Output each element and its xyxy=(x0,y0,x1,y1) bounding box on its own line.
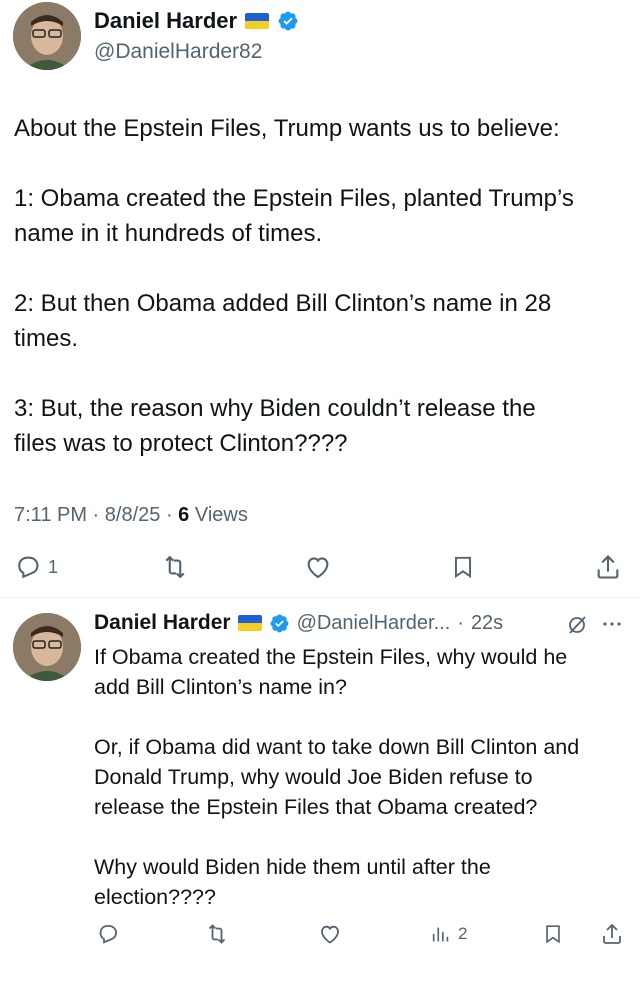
avatar-image xyxy=(13,613,81,681)
reply-reply-button[interactable] xyxy=(96,922,120,946)
reply-author-name[interactable]: Daniel Harder xyxy=(94,611,231,635)
reply-time[interactable]: 22s xyxy=(471,612,503,635)
reply-icon xyxy=(99,925,118,944)
tweet-meta: 7:11 PM · 8/8/25 · 6 Views xyxy=(14,504,248,526)
grok-icon xyxy=(569,616,586,634)
avatar-image xyxy=(13,2,81,70)
reply-author-avatar[interactable] xyxy=(13,613,81,681)
reply-line: Or, if Obama did want to take down Bill … xyxy=(94,735,580,759)
tweet-paragraph: 1: Obama created the Epstein Files, plan… xyxy=(14,185,574,247)
bookmark-icon xyxy=(454,556,472,579)
grok-button[interactable] xyxy=(565,613,589,637)
reply-line: Donald Trump, why would Joe Biden refuse… xyxy=(94,765,533,789)
share-icon xyxy=(603,923,621,944)
share-icon xyxy=(597,555,619,579)
retweet-button[interactable] xyxy=(160,553,190,581)
verified-badge-icon xyxy=(270,614,289,632)
retweet-icon xyxy=(165,555,185,579)
reply-like-button[interactable] xyxy=(318,922,342,946)
reply-line: Why would Biden hide them until after th… xyxy=(94,855,491,879)
reply-line: election???? xyxy=(94,885,216,909)
tweet-date[interactable]: 8/8/25 xyxy=(105,504,161,526)
more-button[interactable] xyxy=(600,612,624,636)
views-label: Views xyxy=(194,504,248,526)
reply-views-button[interactable]: 2 xyxy=(430,922,467,946)
reply-views-count: 2 xyxy=(458,924,468,943)
reply-button[interactable]: 1 xyxy=(14,553,58,581)
bookmark-icon xyxy=(546,925,560,944)
reply-count: 1 xyxy=(48,556,59,577)
reply-author-handle[interactable]: @DanielHarder... xyxy=(297,612,451,635)
tweet-time[interactable]: 7:11 PM xyxy=(14,504,87,526)
reply-icon xyxy=(18,556,39,579)
author-avatar[interactable] xyxy=(13,2,81,70)
reply-bookmark-button[interactable] xyxy=(542,922,564,946)
reply-share-button[interactable] xyxy=(600,922,624,946)
like-button[interactable] xyxy=(304,553,332,581)
reply-retweet-button[interactable] xyxy=(204,922,230,946)
verified-badge-icon xyxy=(278,11,298,31)
tweet-text: About the Epstein Files, Trump wants us … xyxy=(14,111,624,461)
tweet-paragraph: 3: But, the reason why Biden couldn’t re… xyxy=(14,395,536,457)
bookmark-button[interactable] xyxy=(450,553,476,581)
divider xyxy=(0,597,640,598)
ukraine-flag-icon xyxy=(245,13,270,29)
views-icon xyxy=(432,927,449,942)
reply-line: add Bill Clinton’s name in? xyxy=(94,675,347,699)
author-name[interactable]: Daniel Harder xyxy=(94,8,237,34)
reply-line: If Obama created the Epstein Files, why … xyxy=(94,645,568,669)
ukraine-flag-icon xyxy=(237,615,262,631)
reply-text: If Obama created the Epstein Files, why … xyxy=(94,642,629,912)
tweet-paragraph: About the Epstein Files, Trump wants us … xyxy=(14,115,560,142)
author-handle[interactable]: @DanielHarder82 xyxy=(94,40,262,64)
retweet-icon xyxy=(208,924,226,944)
tweet-paragraph: 2: But then Obama added Bill Clinton’s n… xyxy=(14,290,552,352)
views-count: 6 xyxy=(178,504,190,526)
more-icon xyxy=(603,622,621,626)
like-icon xyxy=(307,557,329,579)
like-icon xyxy=(321,925,339,944)
reply-line: release the Epstein Files that Obama cre… xyxy=(94,795,538,819)
share-button[interactable] xyxy=(594,553,622,581)
